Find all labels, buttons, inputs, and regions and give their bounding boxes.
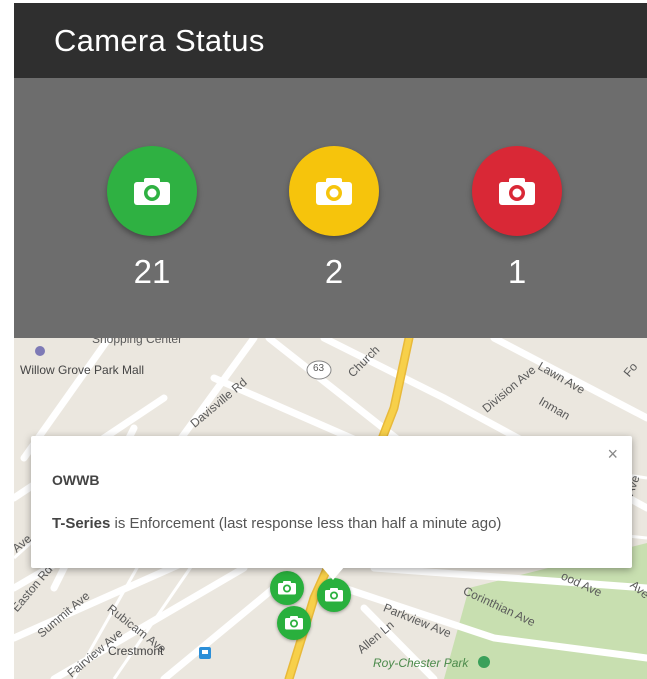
status-warning-circle[interactable]	[289, 146, 379, 236]
map-label-roy-chester: Roy-Chester Park	[373, 656, 469, 670]
camera-icon	[285, 616, 303, 630]
status-online-count: 21	[133, 253, 171, 290]
status-offline-count: 1	[507, 253, 527, 290]
camera-info-popup: × OWWB T-Series is Enforcement (last res…	[31, 436, 632, 580]
popup-title: OWWB	[52, 472, 100, 488]
close-icon[interactable]: ×	[607, 444, 618, 465]
park-pin-icon	[478, 656, 490, 668]
app-window: Camera Status 21 2 1 Shopping Center Wil…	[14, 3, 647, 679]
popup-status-text: is Enforcement (last response less than …	[110, 515, 502, 532]
popup-camera-name: T-Series	[52, 515, 111, 532]
shopping-pin-icon	[35, 346, 45, 356]
header: Camera Status	[14, 3, 647, 78]
map-label-shopping-center: Shopping Center	[92, 338, 183, 346]
status-offline[interactable]: 1	[467, 146, 567, 296]
camera-icon	[499, 178, 535, 205]
status-warning[interactable]: 2	[284, 146, 384, 296]
status-online[interactable]: 21	[102, 146, 202, 296]
popup-tail	[321, 566, 345, 580]
map-label-crestmont: Crestmont	[108, 644, 164, 658]
camera-icon	[316, 178, 352, 205]
popup-body: T-Series is Enforcement (last response l…	[52, 515, 501, 532]
status-online-circle[interactable]	[107, 146, 197, 236]
status-offline-circle[interactable]	[472, 146, 562, 236]
camera-icon	[278, 581, 296, 595]
page-title: Camera Status	[54, 23, 265, 58]
map-label-willow-grove: Willow Grove Park Mall	[20, 363, 145, 377]
camera-marker[interactable]	[270, 571, 304, 605]
camera-marker[interactable]	[317, 578, 351, 612]
camera-icon	[325, 588, 343, 602]
status-warning-count: 2	[324, 253, 344, 290]
camera-marker[interactable]	[277, 606, 311, 640]
status-panel: 21 2 1	[14, 78, 647, 338]
map-label-route: 63	[313, 363, 325, 374]
camera-icon	[134, 178, 170, 205]
